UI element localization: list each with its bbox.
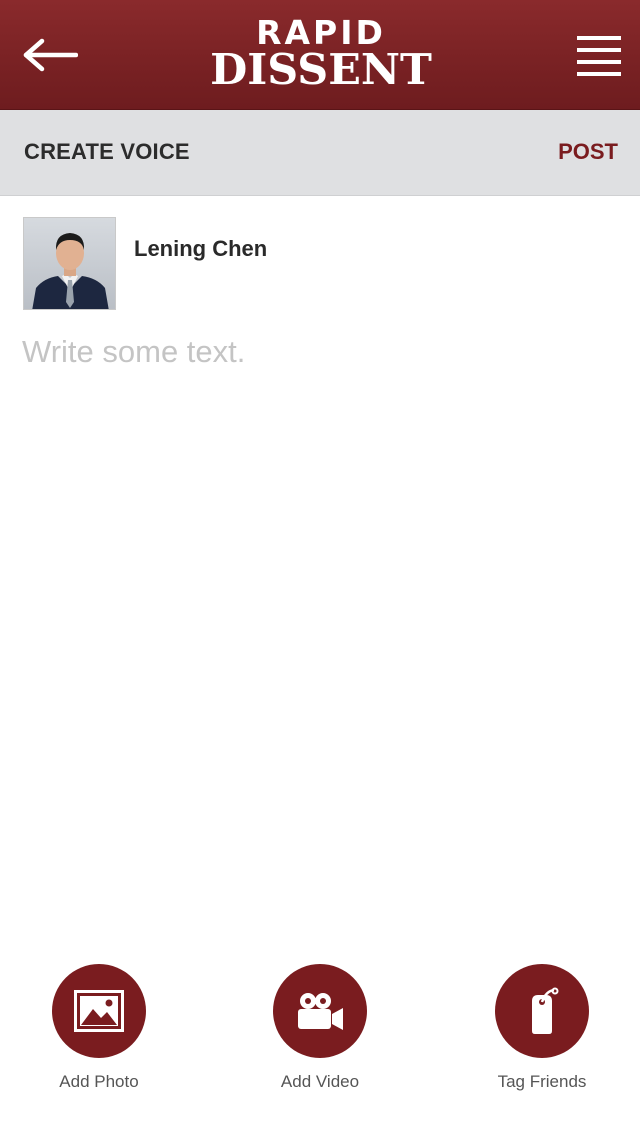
add-photo-label: Add Photo xyxy=(59,1072,139,1091)
add-video-circle[interactable] xyxy=(273,964,367,1058)
tag-icon xyxy=(532,987,559,1034)
menu-button[interactable] xyxy=(574,30,624,80)
app-header: RAPID DISSENT xyxy=(0,0,640,110)
add-video-label: Add Video xyxy=(280,1072,360,1091)
logo-text-bottom: DISSENT xyxy=(210,45,432,94)
app-logo: RAPID DISSENT xyxy=(210,14,432,96)
profile-photo-icon xyxy=(24,218,115,309)
user-name: Lening Chen xyxy=(134,236,268,261)
create-voice-bar: CREATE VOICE POST xyxy=(0,110,640,196)
add-video-button[interactable]: Add Video xyxy=(240,964,400,1104)
image-icon xyxy=(74,990,124,1032)
tag-friends-circle[interactable] xyxy=(495,964,589,1058)
post-button[interactable]: POST xyxy=(558,139,618,165)
back-button[interactable] xyxy=(18,26,82,84)
tag-friends-button[interactable]: Tag Friends xyxy=(462,964,622,1104)
arrow-left-icon xyxy=(23,38,78,72)
add-photo-circle[interactable] xyxy=(52,964,146,1058)
page-title: CREATE VOICE xyxy=(24,139,190,164)
hamburger-menu-icon xyxy=(577,36,621,76)
video-camera-icon xyxy=(298,993,343,1030)
avatar xyxy=(23,217,116,310)
add-photo-button[interactable]: Add Photo xyxy=(19,964,179,1104)
tag-friends-label: Tag Friends xyxy=(497,1072,587,1091)
voice-text-input[interactable] xyxy=(22,334,618,894)
